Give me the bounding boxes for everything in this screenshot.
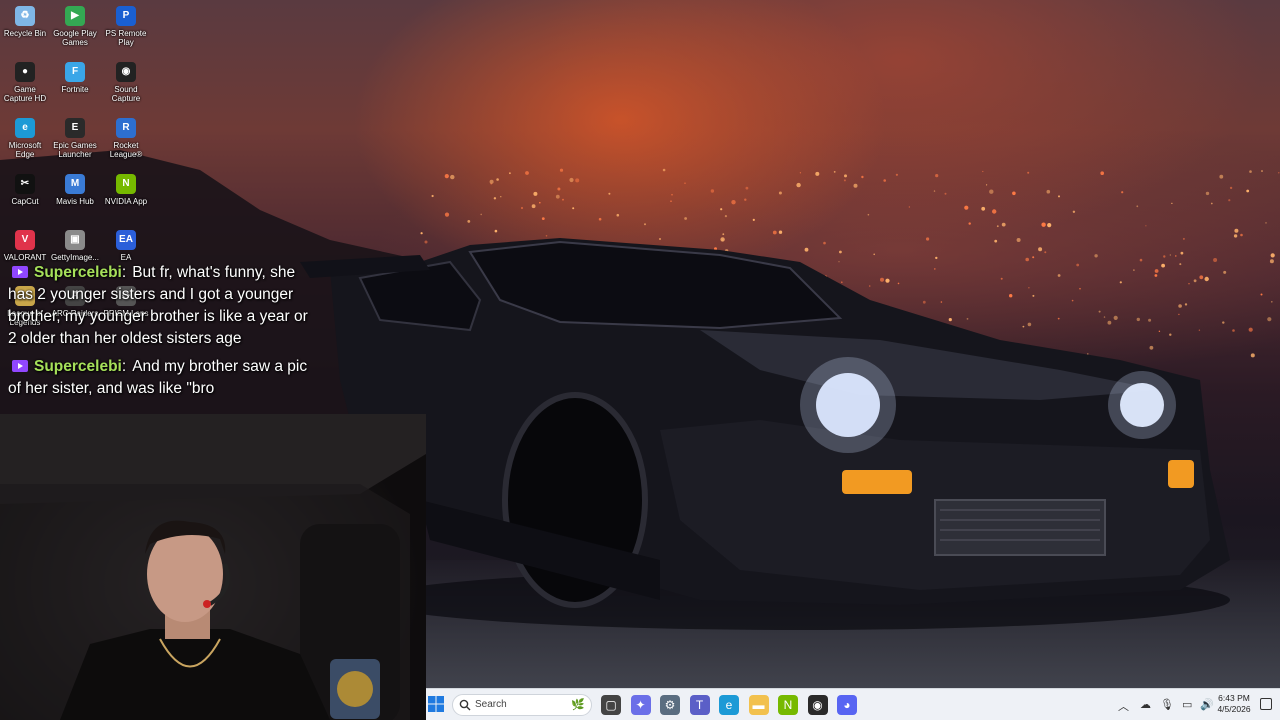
desktop-icon-label: Google Play Games xyxy=(53,29,97,47)
desktop-icon-label: CapCut xyxy=(11,197,39,206)
microphone-tray-icon[interactable]: 🎙 xyxy=(1160,698,1174,711)
clock-time: 6:43 PM xyxy=(1218,693,1250,703)
desktop-icon-nvidia-app[interactable]: N NVIDIA App xyxy=(101,174,151,206)
desktop-icon-microsoft-edge[interactable]: e Microsoft Edge xyxy=(0,118,50,159)
desktop-icon-ea[interactable]: EA EA xyxy=(101,230,151,262)
search-highlight-icon: 🌿 xyxy=(571,699,585,711)
search-icon xyxy=(459,699,471,711)
task-view-icon: ▢ xyxy=(605,698,617,712)
edge-icon: e xyxy=(15,118,35,138)
volume-icon[interactable]: 🔊 xyxy=(1200,698,1214,711)
desktop-icon-label: VALORANT xyxy=(3,253,47,262)
taskbar-app-settings[interactable]: ⚙ xyxy=(660,695,680,715)
desktop-icon-mavis-hub[interactable]: M Mavis Hub xyxy=(50,174,100,206)
desktop-icon-fortnite[interactable]: F Fortnite xyxy=(50,62,100,94)
windows-start-icon[interactable] xyxy=(428,696,444,712)
desktop-icon-valorant[interactable]: V VALORANT xyxy=(0,230,50,262)
teams-icon: T xyxy=(695,698,704,712)
desktop-icon-recycle-bin[interactable]: ♻ Recycle Bin xyxy=(0,6,50,38)
system-clock[interactable]: 6:43 PM 4/5/2026 xyxy=(1214,693,1254,715)
twitch-badge-icon xyxy=(12,266,28,278)
desktop-icon-label: Microsoft Edge xyxy=(8,141,42,159)
taskbar-app-obs[interactable]: ◉ xyxy=(807,695,828,715)
desktop-icon-epic-games-launcher[interactable]: E Epic Games Launcher xyxy=(50,118,100,159)
epic-games-icon: E xyxy=(65,118,85,138)
chat-username: Supercelebi xyxy=(34,264,122,281)
copilot-icon: ✦ xyxy=(635,698,646,712)
capcut-icon: ✂ xyxy=(15,174,35,194)
valorant-icon: V xyxy=(15,230,35,250)
nvidia-icon: N xyxy=(116,174,136,194)
notification-center-icon[interactable] xyxy=(1260,698,1272,710)
image-file-icon: ▣ xyxy=(65,230,85,250)
show-hidden-icons-chevron-icon[interactable]: ︿ xyxy=(1118,698,1129,714)
desktop-icon-sound-capture[interactable]: ◉ Sound Capture xyxy=(101,62,151,103)
webcam-overlay xyxy=(0,414,426,720)
desktop-icon-label: Epic Games Launcher xyxy=(53,141,97,159)
desktop-icon-rocket-league[interactable]: R Rocket League® xyxy=(101,118,151,159)
settings-icon: ⚙ xyxy=(664,698,676,712)
recycle-bin-icon: ♻ xyxy=(15,6,35,26)
desktop-icon-game-capture-hd[interactable]: ● Game Capture HD xyxy=(0,62,50,103)
desktop-icon-label: EA xyxy=(120,253,132,262)
taskbar-app-teams[interactable]: T xyxy=(689,695,710,715)
taskbar: Search 🌿 ▢ ✦ ⚙ Te ▬ N ◉ ◕ ︿ ☁ 🎙 ▭ 🔊 6:43 PM 4/5… xyxy=(426,688,1280,720)
taskbar-app-copilot[interactable]: ✦ xyxy=(630,695,651,715)
chat-username: Supercelebi xyxy=(34,358,122,375)
taskbar-app-discord[interactable]: ◕ xyxy=(837,695,857,715)
folder-icon: ▬ xyxy=(752,698,765,712)
desktop-icon-label: Rocket League® xyxy=(109,141,143,159)
google-play-games-icon: ▶ xyxy=(65,6,85,26)
clock-date: 4/5/2026 xyxy=(1217,704,1251,714)
stream-chat-overlay: Supercelebi: But fr, what's funny, she ha… xyxy=(8,262,318,412)
chat-message: Supercelebi: And my brother saw a pic of … xyxy=(8,358,308,397)
desktop-icon-gettyimage[interactable]: ▣ GettyImage... xyxy=(50,230,100,262)
desktop-icon-google-play-games[interactable]: ▶ Google Play Games xyxy=(50,6,100,47)
desktop-icon-capcut[interactable]: ✂ CapCut xyxy=(0,174,50,206)
discord-icon: ◕ xyxy=(843,698,851,712)
edge-icon: e xyxy=(725,698,733,712)
network-icon[interactable]: ▭ xyxy=(1182,698,1192,711)
desktop-icon-label: Mavis Hub xyxy=(56,197,94,206)
sound-capture-icon: ◉ xyxy=(116,62,136,82)
desktop-icon-label: Recycle Bin xyxy=(3,29,47,38)
game-capture-icon: ● xyxy=(15,62,35,82)
desktop-icon-label: NVIDIA App xyxy=(104,197,148,206)
taskbar-search-box[interactable]: Search 🌿 xyxy=(452,694,592,716)
desktop-icon-ps-remote-play[interactable]: P PS Remote Play xyxy=(101,6,151,47)
desktop-icon-label: PS Remote Play xyxy=(105,29,147,47)
fortnite-icon: F xyxy=(65,62,85,82)
taskbar-app-nvidia[interactable]: N xyxy=(778,695,798,715)
desktop-icon-label: Fortnite xyxy=(61,85,89,94)
desktop-icon-label: GettyImage... xyxy=(50,253,100,262)
taskbar-app-task-view[interactable]: ▢ xyxy=(601,695,621,715)
onedrive-tray-icon[interactable]: ☁ xyxy=(1140,698,1151,711)
search-placeholder: Search xyxy=(475,699,507,710)
nvidia-icon: N xyxy=(783,698,793,712)
desktop-icon-label: Sound Capture xyxy=(111,85,141,103)
obs-icon: ◉ xyxy=(812,698,823,712)
mavis-hub-icon: M xyxy=(65,174,85,194)
taskbar-app-edge[interactable]: e xyxy=(719,695,739,715)
streamer-webcam-feed xyxy=(0,414,426,720)
desktop-icon-label: Game Capture HD xyxy=(3,85,47,103)
taskbar-app-file-explorer[interactable]: ▬ xyxy=(748,695,769,715)
ps-remote-play-icon: P xyxy=(116,6,136,26)
ea-icon: EA xyxy=(116,230,136,250)
rocket-league-icon: R xyxy=(116,118,136,138)
twitch-badge-icon xyxy=(12,360,28,372)
chat-message: Supercelebi: But fr, what's funny, she ha… xyxy=(8,264,308,347)
